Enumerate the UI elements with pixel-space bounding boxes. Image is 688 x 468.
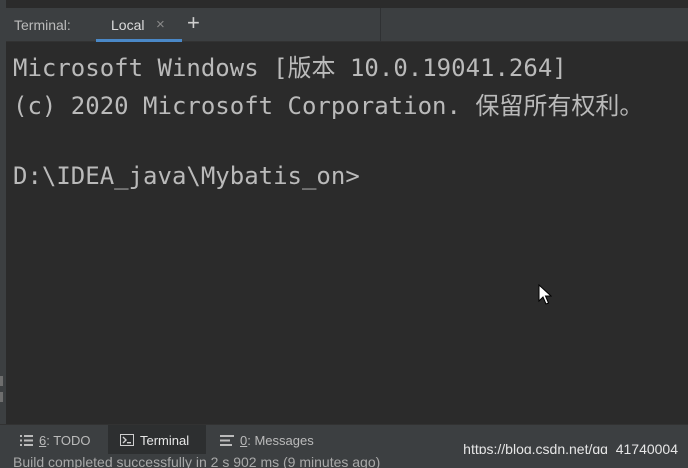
- todo-mnemonic: 6: [39, 432, 47, 448]
- tool-tab-todo[interactable]: 6: TODO: [14, 425, 106, 455]
- tab-local[interactable]: Local ×: [92, 8, 184, 42]
- close-icon[interactable]: ×: [156, 16, 165, 33]
- gutter-marker: [0, 376, 3, 386]
- messages-icon: [220, 434, 234, 446]
- tool-tab-messages[interactable]: 0: Messages: [214, 425, 334, 455]
- status-bar: Build completed successfully in 2 s 902 …: [0, 454, 688, 468]
- terminal-header: Terminal: Local × +: [6, 8, 688, 42]
- terminal-tab-label: Terminal: [140, 432, 190, 448]
- mouse-pointer-icon: [538, 284, 552, 305]
- add-tab-button[interactable]: +: [187, 12, 200, 34]
- todo-label: : TODO: [46, 432, 91, 448]
- tab-local-label: Local: [111, 17, 145, 33]
- messages-mnemonic: 0: [240, 432, 248, 448]
- gutter-marker: [0, 392, 3, 402]
- messages-label: : Messages: [247, 432, 314, 448]
- list-icon: [20, 434, 33, 446]
- terminal-icon: [120, 434, 134, 446]
- terminal-output[interactable]: Microsoft Windows [版本 10.0.19041.264] (c…: [6, 42, 688, 424]
- status-text: Build completed successfully in 2 s 902 …: [13, 454, 381, 468]
- terminal-line: (c) 2020 Microsoft Corporation. 保留所有权利。: [13, 92, 644, 120]
- terminal-prompt[interactable]: D:\IDEA_java\Mybatis_on>: [13, 162, 360, 190]
- header-divider: [380, 8, 381, 42]
- tool-window-bar: 6: TODO Terminal 0: Messages https://blo…: [0, 424, 688, 457]
- tool-tab-terminal[interactable]: Terminal: [108, 425, 206, 455]
- terminal-title: Terminal:: [14, 17, 71, 33]
- terminal-line: Microsoft Windows [版本 10.0.19041.264]: [13, 54, 567, 82]
